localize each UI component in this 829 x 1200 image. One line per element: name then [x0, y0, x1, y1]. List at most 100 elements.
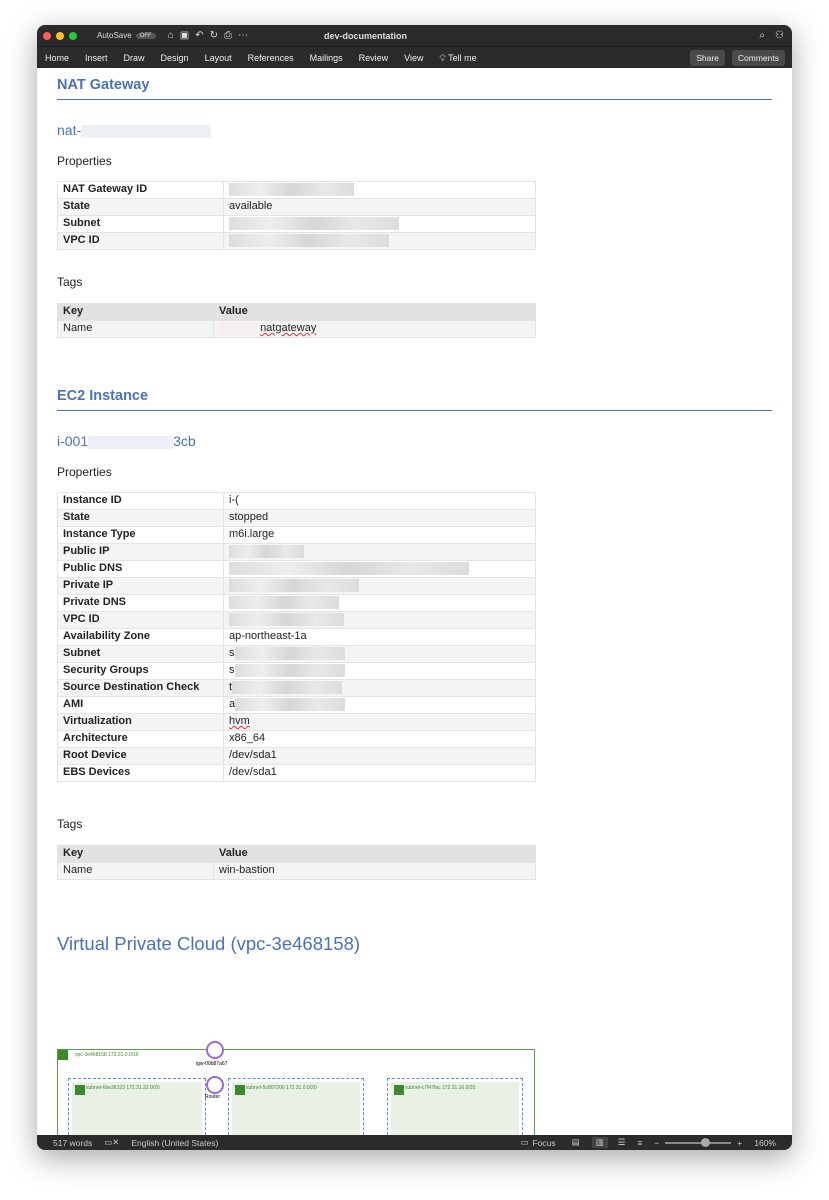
key-cell: Instance Type: [57, 526, 224, 544]
value-cell: m6i.large: [223, 526, 536, 544]
redacted-value: [235, 697, 346, 711]
tab-mailings[interactable]: Mailings: [310, 53, 343, 63]
proofing-icon[interactable]: ▭✕: [104, 1137, 119, 1148]
key-cell: AMI: [57, 696, 224, 714]
web-layout-icon[interactable]: ▥: [591, 1137, 608, 1148]
search-icon[interactable]: ⌕: [759, 30, 765, 41]
nat-name-prefix: nat-: [57, 122, 82, 138]
ribbon-tabs: Home Insert Draw Design Layout Reference…: [37, 46, 792, 69]
key-cell: NAT Gateway ID: [57, 181, 224, 199]
header-key: Key: [57, 303, 214, 321]
table-row: Subnet s: [57, 645, 536, 663]
tab-view[interactable]: View: [404, 53, 423, 63]
key-cell: Security Groups: [57, 662, 224, 680]
lock-icon: [394, 1085, 404, 1095]
value-cell: natgateway: [213, 320, 536, 338]
zoom-slider-knob[interactable]: [700, 1137, 710, 1147]
value-cell: s: [223, 662, 536, 680]
value-cell: x86_64: [223, 730, 536, 748]
table-row: Private IP: [57, 577, 536, 595]
zoom-out-button[interactable]: −: [654, 1138, 659, 1148]
ec2-properties-label: Properties: [57, 465, 112, 479]
vpc-cloud-icon: [58, 1050, 68, 1060]
table-row: Instance ID i-(: [57, 492, 536, 510]
value-cell: [223, 594, 536, 612]
ec2-tags-table: Key Value Name win-bastion: [57, 845, 536, 880]
header-value: Value: [213, 845, 536, 863]
document-title: dev-documentation: [323, 30, 407, 41]
account-icon[interactable]: ⚇: [775, 30, 784, 41]
zoom-in-button[interactable]: +: [737, 1138, 742, 1148]
redacted-value: [229, 561, 469, 575]
tab-home[interactable]: Home: [45, 53, 69, 63]
value-cell: [223, 611, 536, 629]
table-row: State available: [57, 198, 536, 216]
key-cell: Private IP: [57, 577, 224, 595]
lock-icon: [235, 1085, 245, 1095]
table-row: AMI a: [57, 696, 536, 714]
header-key: Key: [57, 845, 214, 863]
zoom-button[interactable]: [69, 31, 77, 40]
internet-gateway-icon: [206, 1041, 224, 1059]
ec2-name-suffix: 3cb: [173, 433, 196, 449]
value-cell: [223, 577, 536, 595]
redacted-value: [234, 646, 345, 660]
print-layout-icon[interactable]: ▤: [572, 1137, 580, 1148]
key-cell: Availability Zone: [57, 628, 224, 646]
key-cell: Source Destination Check: [57, 679, 224, 697]
ec2-properties-table: Instance ID i-(State stopped Instance Type m…: [57, 492, 536, 782]
share-button[interactable]: Share: [690, 50, 725, 66]
heading-rule: [57, 410, 772, 411]
subnet-label: subnet-c7f47fac 172.31.16.0/20: [405, 1085, 476, 1091]
quick-access-icons[interactable]: ⌂▣↶↻⎙⋯: [168, 30, 254, 41]
table-row: Name natgateway: [57, 320, 536, 338]
nat-tags-label: Tags: [57, 275, 83, 289]
router-icon: [206, 1076, 224, 1094]
focus-icon[interactable]: ▭: [520, 1137, 528, 1148]
key-cell: Root Device: [57, 747, 224, 765]
subnet-label: subnet-6be36323 172.31.32.0/20: [86, 1085, 160, 1091]
outline-icon[interactable]: ☰: [618, 1137, 626, 1148]
table-row: State stopped: [57, 509, 536, 527]
close-button[interactable]: [43, 31, 51, 40]
tab-layout[interactable]: Layout: [205, 53, 232, 63]
comments-button[interactable]: Comments: [731, 50, 785, 66]
key-cell: Subnet: [57, 215, 224, 233]
zoom-slider[interactable]: [665, 1137, 732, 1147]
autosave-toggle[interactable]: OFF: [135, 32, 156, 39]
value-text: i-(: [229, 494, 239, 506]
title-bar: AutoSave OFF ⌂▣↶↻⎙⋯ dev-documentation ⌕ …: [37, 25, 792, 46]
word-count[interactable]: 517 words: [53, 1138, 92, 1148]
key-cell: Name: [57, 862, 214, 880]
ec2-name: i-001 3cb: [57, 433, 196, 449]
language[interactable]: English (United States): [131, 1138, 218, 1148]
tab-design[interactable]: Design: [161, 53, 189, 63]
tab-review[interactable]: Review: [359, 53, 389, 63]
redacted-value: [229, 182, 354, 196]
document-page[interactable]: NAT Gateway nat- Properties NAT Gateway …: [37, 68, 792, 1150]
redacted-value: [229, 544, 304, 558]
table-row: VPC ID: [57, 232, 536, 250]
value-text: /dev/sda1: [229, 749, 277, 761]
value-cell: [223, 543, 536, 561]
value-text: natgateway: [260, 322, 317, 334]
key-cell: Public DNS: [57, 560, 224, 578]
nat-properties-table: NAT Gateway ID State available Subnet VPC ID: [57, 181, 536, 250]
table-row: Public DNS: [57, 560, 536, 578]
focus-button[interactable]: Focus: [533, 1138, 556, 1148]
draft-icon[interactable]: ≡: [637, 1138, 642, 1148]
igw-label: igw-00b87a67: [196, 1061, 228, 1067]
vpc-diagram: vpc-3e468158 172.31.0.0/16 igw-00b87a67 …: [57, 1041, 535, 1150]
ec2-name-prefix: i-001: [57, 433, 89, 449]
tab-references[interactable]: References: [248, 53, 294, 63]
minimize-button[interactable]: [56, 31, 64, 40]
table-row: Private DNS: [57, 594, 536, 612]
zoom-level[interactable]: 160%: [754, 1138, 776, 1148]
lock-icon: [75, 1085, 85, 1095]
heading-rule: [57, 99, 772, 100]
tell-me[interactable]: 💡︎ Tell me: [440, 53, 477, 64]
tab-insert[interactable]: Insert: [85, 53, 108, 63]
word-window: AutoSave OFF ⌂▣↶↻⎙⋯ dev-documentation ⌕ …: [37, 25, 792, 1150]
value-text: available: [229, 200, 273, 212]
tab-draw[interactable]: Draw: [124, 53, 145, 63]
